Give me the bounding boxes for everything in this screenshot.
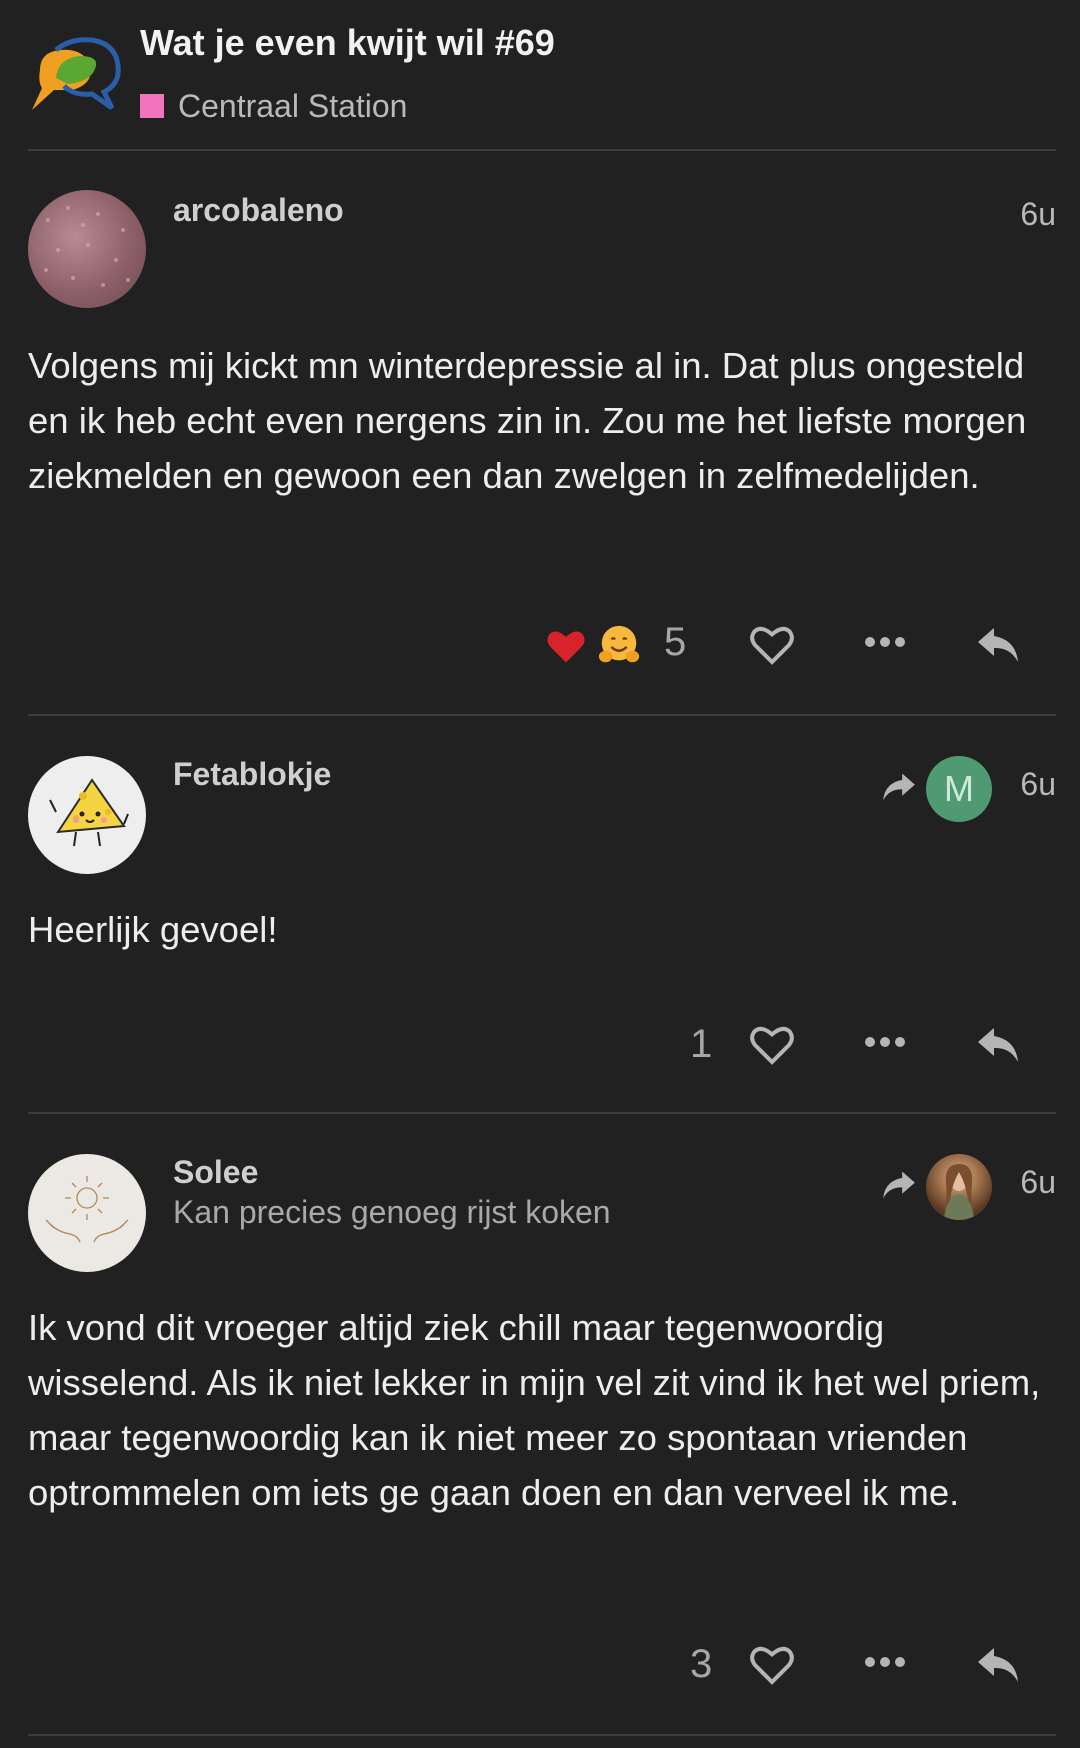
- more-options-icon[interactable]: [862, 1652, 908, 1677]
- avatar[interactable]: [28, 190, 146, 308]
- avatar[interactable]: [28, 756, 146, 874]
- like-heart-icon[interactable]: [748, 622, 796, 671]
- post-date[interactable]: 6u: [1020, 196, 1056, 233]
- topic-page: Wat je even kwijt wil #69 Centraal Stati…: [0, 0, 1080, 1748]
- topic-title[interactable]: Wat je even kwijt wil #69: [140, 22, 555, 64]
- reply-icon[interactable]: [974, 1644, 1022, 1691]
- user-title: Kan precies genoeg rijst koken: [173, 1194, 611, 1230]
- post-arcobaleno: arcobaleno 6u Volgens mij kickt mn winte…: [0, 150, 1080, 714]
- in-reply-to-icon[interactable]: [880, 770, 918, 804]
- topic-header: Wat je even kwijt wil #69 Centraal Stati…: [0, 0, 1080, 150]
- category-badge[interactable]: Centraal Station: [140, 86, 407, 126]
- in-reply-to-icon[interactable]: [880, 1168, 918, 1202]
- post-date[interactable]: 6u: [1020, 1164, 1056, 1201]
- like-count[interactable]: 3: [690, 1642, 712, 1687]
- reply-to-avatar[interactable]: M: [926, 756, 992, 822]
- username[interactable]: Solee: [173, 1154, 258, 1191]
- avatar[interactable]: [28, 1154, 146, 1272]
- username[interactable]: Fetablokje: [173, 756, 331, 793]
- post-body: Heerlijk gevoel!: [28, 909, 278, 950]
- more-options-icon[interactable]: [862, 1032, 908, 1057]
- more-options-icon[interactable]: [862, 632, 908, 657]
- post-date[interactable]: 6u: [1020, 766, 1056, 803]
- like-heart-icon[interactable]: [748, 1642, 796, 1691]
- category-name: Centraal Station: [178, 87, 408, 124]
- site-logo-icon[interactable]: [26, 32, 122, 116]
- post-body: Volgens mij kickt mn winterdepressie al …: [28, 345, 1027, 496]
- username[interactable]: arcobaleno: [173, 192, 344, 229]
- reply-to-avatar[interactable]: [926, 1154, 992, 1220]
- heart-emoji-icon[interactable]: [544, 624, 588, 668]
- post-fetablokje: Fetablokje M 6u Heerlijk gevoel! 1: [0, 716, 1080, 1112]
- like-heart-icon[interactable]: [748, 1022, 796, 1071]
- reply-icon[interactable]: [974, 624, 1022, 671]
- hugging-face-emoji-icon[interactable]: [596, 622, 640, 666]
- post-solee: Solee Kan precies genoeg rijst koken 6u …: [0, 1114, 1080, 1734]
- reply-icon[interactable]: [974, 1024, 1022, 1071]
- like-count[interactable]: 5: [664, 620, 686, 665]
- divider: [28, 1734, 1056, 1736]
- like-count[interactable]: 1: [690, 1022, 712, 1067]
- post-body: Ik vond dit vroeger altijd ziek chill ma…: [28, 1307, 1041, 1513]
- category-color-square: [140, 94, 164, 118]
